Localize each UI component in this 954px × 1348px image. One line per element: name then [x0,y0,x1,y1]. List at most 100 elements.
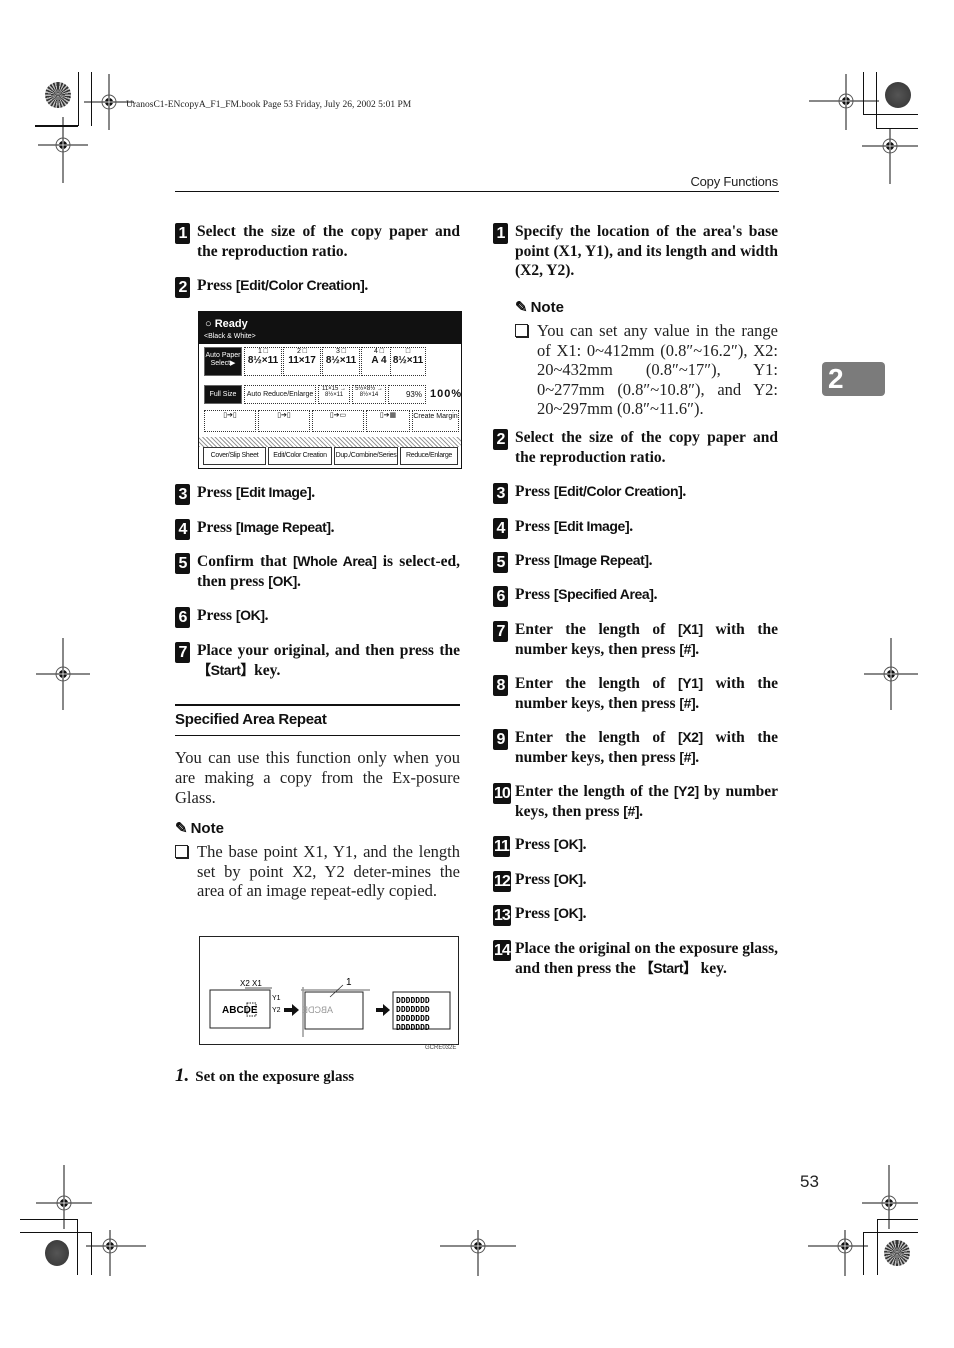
ui-label: [Whole Area] [293,553,377,569]
note-item: The base point X1, Y1, and the length se… [175,842,460,901]
area-repeat-diagram: ABCDE X2 X1 Y1 Y2 ABCDE 1 DDDDDDD DDDDDD… [199,936,459,1045]
ui-label: [X2] [677,729,703,745]
text-run: Press [197,607,236,624]
step-number-badge: 2 [493,429,508,450]
arrow-right-icon [284,1004,299,1016]
left-column-steps: 3 Press [Edit Image]. 4 Press [Image Repea… [175,0,460,1348]
text-run: . [582,836,587,853]
text-run: Enter the length of [515,621,678,638]
step-number-badge: 10 [493,783,511,804]
step-text: Specify the location of the area's base … [515,222,778,281]
step-text: Place your original, and then press the … [197,641,460,680]
ui-label: [X1] [677,621,703,637]
step-number-badge: 8 [493,675,508,696]
step-number-badge: 5 [493,552,508,573]
step-text: Press [Image Repeat]. [515,551,778,571]
crosshair-mark-icon [864,638,918,710]
step-text: Press [Image Repeat]. [197,518,460,538]
step-item: 7 Place your original, and then press the… [175,641,460,680]
registration-rosette-icon [884,1240,910,1266]
step-text: Press [Edit Image]. [197,483,460,503]
checkbox-bullet-icon [175,845,188,858]
step-text: Enter the length of the [Y2] by number k… [515,782,778,821]
step-number-badge: 14 [493,940,511,961]
text-run: Enter the length of the [515,783,674,800]
text-run: key. [696,959,727,977]
text-run: Press [515,518,554,535]
x-labels: X2 X1 [240,979,262,988]
step-text: Press [OK]. [197,606,460,626]
text-run: . [648,552,653,569]
crosshair-mark-icon [809,74,879,130]
step-number-badge: 11 [493,836,510,857]
ui-label: [Image Repeat] [553,552,649,568]
step-item: 8 Enter the length of [Y1] with the numbe… [493,674,778,713]
step-item: 13 Press [OK]. [493,904,778,926]
step-item: 9 Enter the length of [X2] with the numbe… [493,728,778,767]
ui-label: [Edit Image] [235,484,312,500]
text-run: . [682,483,687,500]
step-number-badge: 3 [493,483,508,504]
step-number-badge: 4 [175,519,190,540]
step-item: 1 Specify the location of the area's base… [493,222,778,281]
callout-number: 1 [346,977,352,988]
ui-label: 【Start】 [197,661,255,678]
pencil-icon: ✎ [515,299,528,316]
step-text: Enter the length of [X2] with the number… [515,728,778,767]
step-item: 2 Select the size of the copy paper and t… [493,428,778,467]
text-run: . [653,586,658,603]
registration-rosette-icon [45,1240,69,1266]
step-item: 4 Press [Edit Image]. [493,517,778,539]
step-text: Press [OK]. [515,835,778,855]
text-run: . [582,871,587,888]
step-number-badge: 7 [175,642,190,663]
registration-rosette-icon [45,82,71,108]
page-number: 53 [800,1172,819,1191]
note-item: You can set any value in the range of X1… [515,321,778,419]
original-text: ABCDE [222,1005,258,1016]
step-text: Press [Edit Image]. [515,517,778,537]
ui-label: [#] [623,802,640,819]
text-run: Press [197,484,236,501]
ui-label: [Specified Area] [553,586,654,602]
tile-row: DDDDDDD [396,996,430,1005]
text-run: Press [197,519,236,536]
crosshair-mark-icon [808,1230,868,1276]
step-item: 14 Place the original on the exposure gla… [493,939,778,978]
text-run: . [330,519,335,536]
step-item: 5 Press [Image Repeat]. [493,551,778,573]
step-number-badge: 4 [493,518,508,539]
checkbox-bullet-icon [515,324,528,337]
step-number-badge: 7 [493,621,508,642]
arrow-right-icon [376,1004,390,1016]
step-item: 4 Press [Image Repeat]. [175,518,460,540]
crosshair-mark-icon [86,1230,146,1276]
ui-label: [Edit/Color Creation] [553,483,683,499]
step-number-badge: 12 [493,871,511,892]
caption-number: 1. [175,1065,190,1086]
text-run: . [296,572,301,590]
step-item: 5 Confirm that [Whole Area] is select-ed,… [175,552,460,591]
caption-text: Set on the exposure glass [195,1069,355,1085]
registration-rosette-icon [885,82,911,108]
step-text: Press [Edit/Color Creation]. [515,482,778,502]
tile-row: DDDDDDD [396,1023,430,1032]
note-heading: ✎ Note [515,298,564,317]
step-item: 3 Press [Edit/Color Creation]. [493,482,778,504]
mirrored-original-text: ABCDE [302,1005,333,1015]
tile-row: DDDDDDD [396,1005,430,1014]
text-run: Press [515,905,554,922]
step-number-badge: 1 [493,223,508,244]
step-text: Press [OK]. [515,870,778,890]
section-title: Specified Area Repeat [175,704,460,736]
ui-label: [OK] [235,607,265,623]
ui-label: [#] [679,748,696,765]
step-text: Enter the length of [X1] with the number… [515,620,778,659]
text-run: Confirm that [197,553,294,570]
crosshair-mark-icon [36,638,90,710]
chapter-tab: 2 [822,362,885,396]
ui-label: 【Start】 [639,959,698,976]
ui-label: [Edit Image] [553,518,630,534]
ui-label: [OK] [553,836,583,852]
step-number-badge: 9 [493,729,508,750]
